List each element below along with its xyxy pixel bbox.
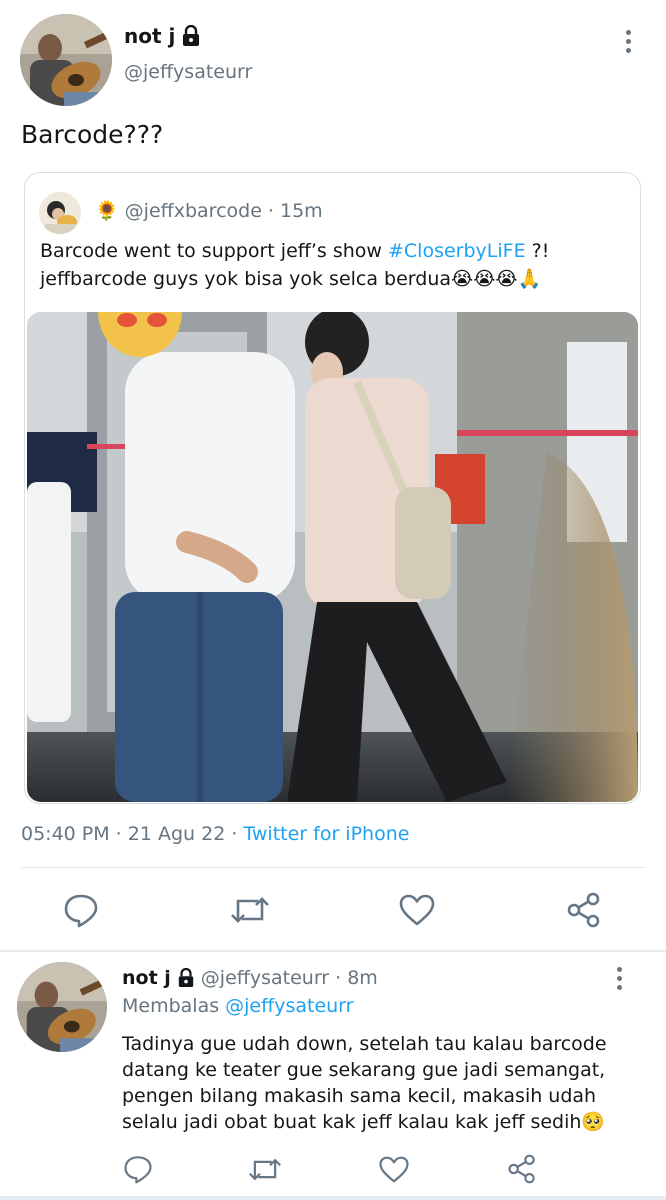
reply-author-avatar[interactable] xyxy=(17,962,107,1052)
bottom-divider xyxy=(0,1196,666,1200)
lock-icon xyxy=(177,968,195,988)
reply-text: Tadinya gue udah down, setelah tau kalau… xyxy=(122,1033,607,1133)
tweet-timestamp: 05:40 PM · 21 Agu 22 · xyxy=(21,823,244,845)
divider xyxy=(21,867,645,868)
tweet-source-link[interactable]: Twitter for iPhone xyxy=(243,823,409,845)
quoted-age: · 15m xyxy=(267,199,323,222)
tweet-text: Barcode??? xyxy=(21,120,164,149)
share-icon[interactable] xyxy=(566,892,602,928)
sunflower-emoji: 🌻 xyxy=(95,200,119,222)
replying-to-link[interactable]: @jeffysateurr xyxy=(225,995,353,1017)
more-vertical-icon[interactable] xyxy=(618,30,638,53)
reply-icon[interactable] xyxy=(122,1154,154,1184)
reply-age: · 8m xyxy=(335,967,378,989)
author-handle[interactable]: @jeffysateurr xyxy=(124,61,252,83)
hashtag-link[interactable]: #CloserbyLiFE xyxy=(388,240,526,262)
like-icon[interactable] xyxy=(398,893,436,927)
reply-display-name[interactable]: not j xyxy=(122,967,171,989)
reply-icon[interactable] xyxy=(62,892,100,928)
author-display-name[interactable]: not j xyxy=(124,24,201,48)
retweet-icon[interactable] xyxy=(230,894,270,926)
like-icon[interactable] xyxy=(378,1155,410,1184)
quoted-handle[interactable]: @jeffxbarcode xyxy=(125,200,262,222)
more-vertical-icon[interactable] xyxy=(609,967,629,990)
reply-header: not j @jeffysateurr · 8m xyxy=(122,967,378,989)
tweet-action-bar xyxy=(0,888,666,932)
quoted-tweet-card[interactable]: 🌻 @jeffxbarcode · 15m Barcode went to su… xyxy=(24,172,641,804)
lock-icon xyxy=(181,25,201,47)
quoted-tweet-header: 🌻 @jeffxbarcode · 15m xyxy=(95,199,323,223)
reply-handle[interactable]: @jeffysateurr xyxy=(201,967,329,989)
quoted-tweet-photo[interactable] xyxy=(27,312,638,802)
author-avatar[interactable] xyxy=(20,14,112,106)
retweet-icon[interactable] xyxy=(248,1156,282,1183)
reply-action-bar xyxy=(0,1152,666,1188)
quoted-author-avatar xyxy=(39,192,81,234)
tweet-meta: 05:40 PM · 21 Agu 22 · Twitter for iPhon… xyxy=(21,823,409,845)
share-icon[interactable] xyxy=(507,1154,537,1184)
quoted-tweet-text: Barcode went to support jeff’s show #Clo… xyxy=(40,240,550,290)
section-divider xyxy=(0,950,666,952)
replying-to: Membalas @jeffysateurr xyxy=(122,995,354,1017)
